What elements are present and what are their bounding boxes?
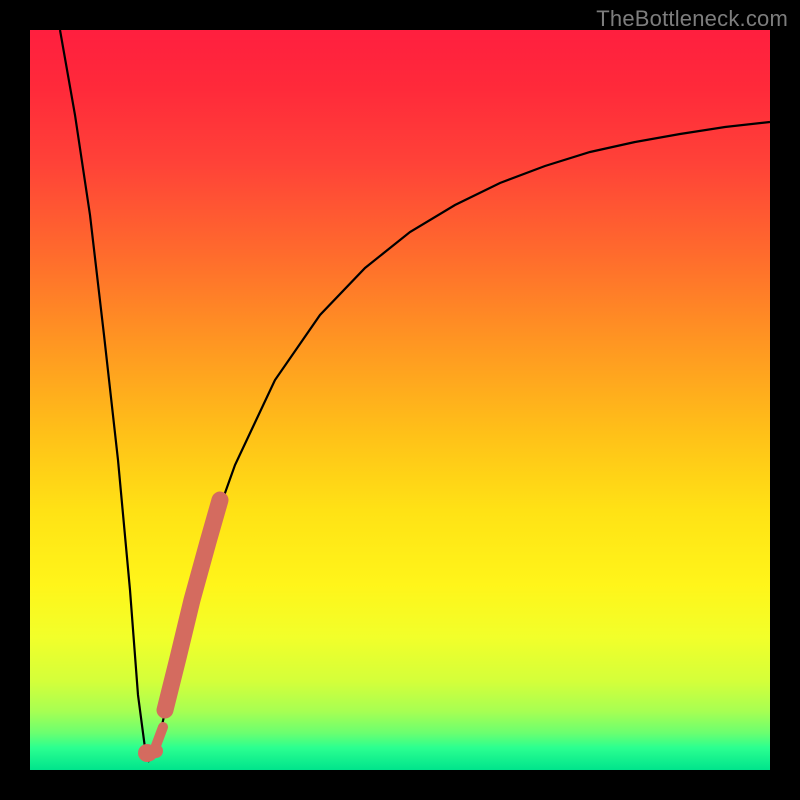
plot-area [30, 30, 770, 770]
chart-frame: TheBottleneck.com [0, 0, 800, 800]
curve-layer [30, 30, 770, 770]
min-marker [138, 744, 163, 762]
highlight-segment [165, 500, 220, 710]
watermark-text: TheBottleneck.com [596, 6, 788, 32]
bottleneck-curve [60, 30, 770, 760]
